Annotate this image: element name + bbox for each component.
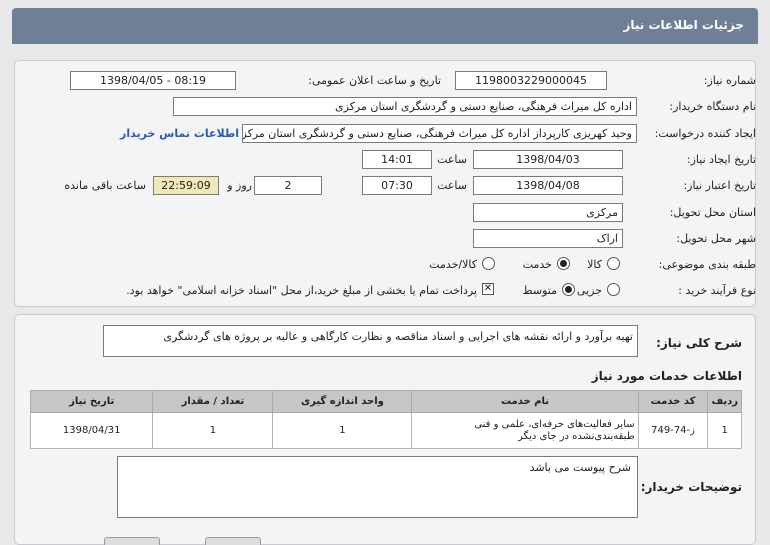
- table-row: 1 ز-74-749 سایر فعالیت‌های حرفه‌ای، علمی…: [29, 412, 742, 449]
- valid-time-field: 07:30: [362, 176, 432, 195]
- day-and-label: روز و: [227, 179, 252, 192]
- services-title: اطلاعات خدمات مورد نیاز: [591, 369, 742, 383]
- footer-button-2[interactable]: [205, 537, 261, 545]
- need-number-field: 1198003229000045: [455, 71, 607, 90]
- col-quantity: تعداد / مقدار: [152, 390, 274, 413]
- category-service-label: خدمت: [522, 258, 552, 271]
- buyer-org-field: اداره کل میراث فرهنگی، صنایع دستی و گردش…: [173, 97, 637, 116]
- category-service-radio[interactable]: [557, 257, 570, 270]
- buyer-notes-label: توضیحات خریدار:: [640, 480, 742, 494]
- cell-service-code: ز-74-749: [637, 412, 709, 449]
- cell-quantity: 1: [152, 412, 274, 449]
- buyer-notes-field: شرح پیوست می باشد: [117, 456, 638, 518]
- category-goods-label: کالا: [587, 258, 602, 271]
- process-medium-radio[interactable]: [562, 283, 575, 296]
- valid-date-field: 1398/04/08: [473, 176, 623, 195]
- category-label: طبقه بندی موضوعی:: [658, 258, 756, 271]
- process-minor-label: جزیی: [576, 284, 602, 297]
- page-title: جزئیات اطلاعات نیاز: [623, 18, 744, 32]
- cell-need-date: 1398/04/31: [29, 412, 154, 449]
- cell-unit: 1: [272, 412, 413, 449]
- footer-button-1[interactable]: [104, 537, 160, 545]
- process-minor-radio[interactable]: [607, 283, 620, 296]
- table-header-row: ردیف کد خدمت نام خدمت واحد اندازه گیری ت…: [29, 390, 742, 413]
- need-number-label: شماره نیاز:: [703, 74, 756, 87]
- col-row: ردیف: [707, 390, 742, 413]
- requester-label: ایجاد کننده درخواست:: [654, 127, 756, 140]
- created-time-label: ساعت: [437, 153, 467, 166]
- cell-row: 1: [707, 412, 742, 449]
- process-medium-label: متوسط: [522, 284, 557, 297]
- days-field: 2: [254, 176, 322, 195]
- process-label: نوع فرآیند خرید :: [678, 284, 756, 297]
- valid-time-label: ساعت: [437, 179, 467, 192]
- payment-note: پرداخت تمام یا بخشی از مبلغ خرید،از محل …: [126, 284, 477, 297]
- page-header: جزئیات اطلاعات نیاز: [12, 8, 758, 44]
- created-time-field: 14:01: [362, 150, 432, 169]
- category-goods-radio[interactable]: [607, 257, 620, 270]
- province-label: استان محل تحویل:: [669, 206, 756, 219]
- requester-field: وحید کهریزی کارپرداز اداره کل میراث فرهن…: [242, 124, 637, 143]
- announce-label: تاریخ و ساعت اعلان عمومی:: [308, 74, 441, 87]
- buyer-org-label: نام دستگاه خریدار:: [669, 100, 756, 113]
- category-goods-service-label: کالا/خدمت: [429, 258, 477, 271]
- remaining-label: ساعت باقی مانده: [64, 179, 146, 192]
- city-label: شهر محل تحویل:: [676, 232, 756, 245]
- summary-field: تهیه برآورد و ارائه نقشه های اجرایی و اس…: [103, 325, 638, 357]
- col-need-date: تاریخ نیاز: [29, 390, 154, 413]
- contact-buyer-link[interactable]: اطلاعات تماس خریدار: [120, 127, 239, 140]
- services-table: ردیف کد خدمت نام خدمت واحد اندازه گیری ت…: [29, 390, 742, 449]
- city-field: اراک: [473, 229, 623, 248]
- province-field: مرکزی: [473, 203, 623, 222]
- created-date-label: تاریخ ایجاد نیاز:: [686, 153, 756, 166]
- col-unit: واحد اندازه گیری: [272, 390, 413, 413]
- remaining-time-field: 22:59:09: [153, 176, 219, 195]
- announce-field: 1398/04/05 - 08:19: [70, 71, 236, 90]
- valid-date-label: تاریخ اعتبار نیاز:: [683, 179, 756, 192]
- summary-label: شرح کلی نیاز:: [656, 336, 742, 350]
- category-goods-service-radio[interactable]: [482, 257, 495, 270]
- created-date-field: 1398/04/03: [473, 150, 623, 169]
- col-service-code: کد خدمت: [637, 390, 709, 413]
- treasury-payment-checkbox[interactable]: ✕: [482, 283, 494, 295]
- col-service-name: نام خدمت: [411, 390, 639, 413]
- cell-service-name: سایر فعالیت‌های حرفه‌ای، علمی و فنی طبقه…: [411, 412, 639, 449]
